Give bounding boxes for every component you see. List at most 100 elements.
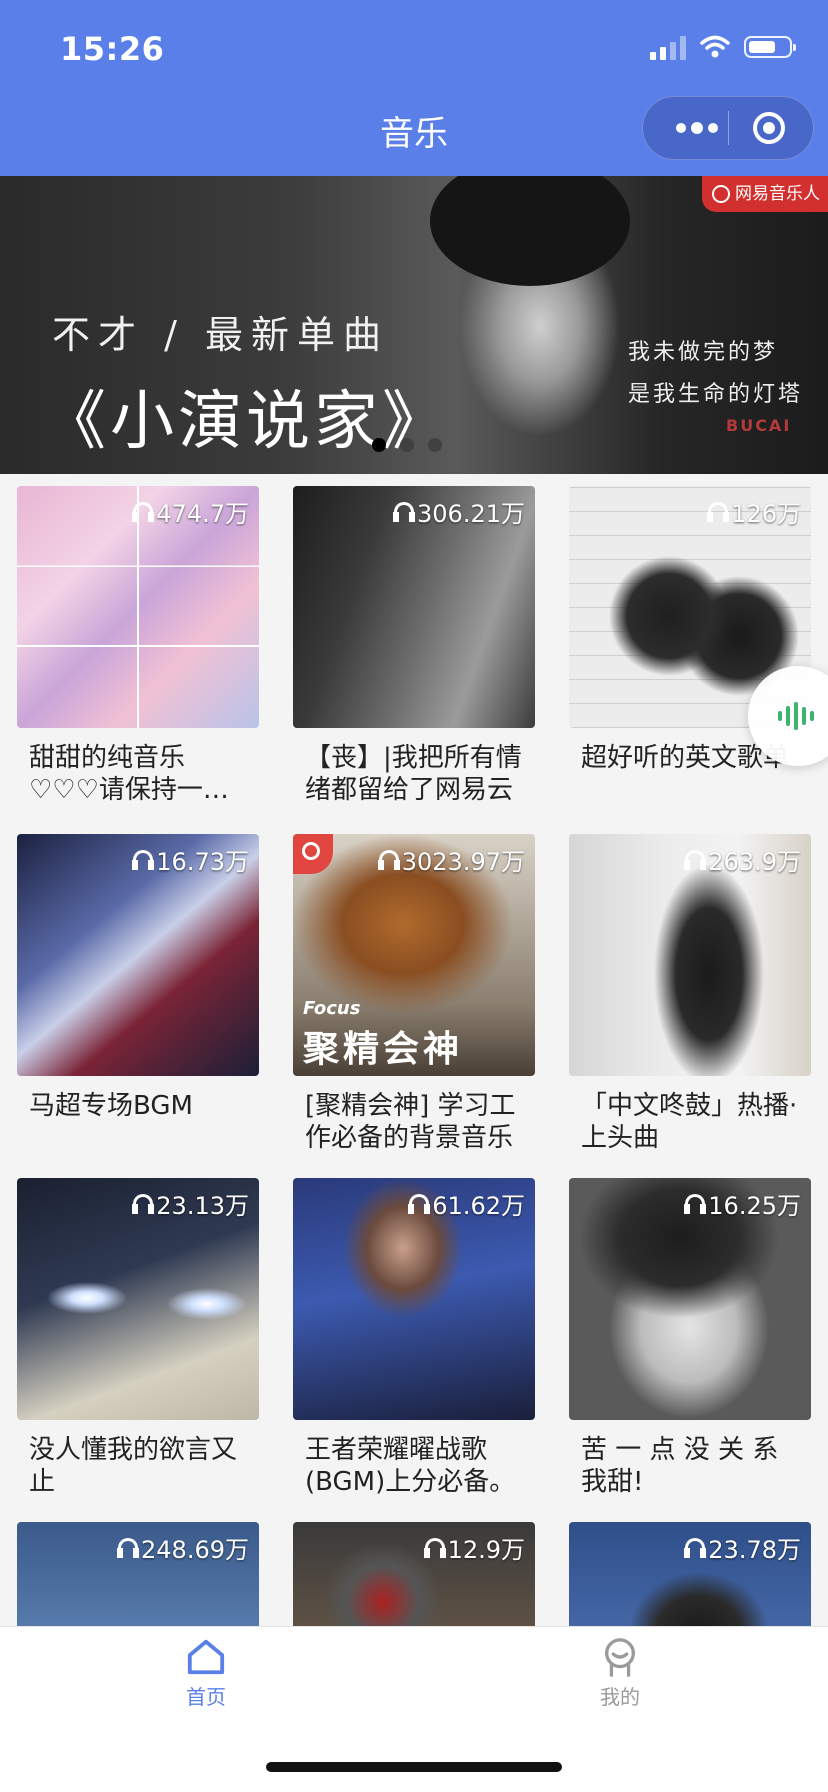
play-count-value: 3023.97万 xyxy=(401,848,525,876)
banner-poem-line: 我未做完的梦 xyxy=(628,340,779,365)
banner-tag-label: 网易音乐人 xyxy=(735,184,820,204)
banner-poem: 我未做完的梦 是我生命的灯塔 xyxy=(628,332,803,416)
banner-tag: 网易音乐人 xyxy=(702,176,828,212)
capsule-divider xyxy=(728,111,729,145)
playlist-card[interactable]: 263.9万 「中文咚鼓」热播·上头曲 xyxy=(569,834,811,1154)
playlist-cover[interactable]: 248.69万 xyxy=(17,1522,259,1626)
playlist-card[interactable]: 23.13万 没人懂我的欲言又止 xyxy=(17,1178,259,1498)
playlist-card[interactable]: 12.9万 xyxy=(293,1522,535,1626)
play-count: 61.62万 xyxy=(408,1186,525,1221)
tab-mine-label: 我的 xyxy=(600,1685,640,1709)
status-icons xyxy=(650,34,796,60)
headphone-icon xyxy=(423,1536,446,1560)
playlist-cover[interactable]: 23.78万 xyxy=(569,1522,811,1626)
playlist-title[interactable]: 【丧】|我把所有情绪都留给了网易云 xyxy=(305,742,523,806)
playlist-cover[interactable]: 474.7万 xyxy=(17,486,259,728)
banner-subtitle: 不才 / 最新单曲 xyxy=(52,313,389,357)
play-count: 263.9万 xyxy=(684,842,801,877)
cover-caption: 聚精会神 xyxy=(303,1029,464,1070)
headphone-icon xyxy=(408,1192,431,1216)
headphone-icon xyxy=(132,848,155,872)
headphone-icon xyxy=(132,1192,155,1216)
play-count: 474.7万 xyxy=(132,494,249,529)
wifi-icon xyxy=(700,35,730,58)
playlist-cover[interactable]: 263.9万 xyxy=(569,834,811,1076)
playlist-grid: 474.7万 甜甜的纯音乐♡♡♡请保持一… 306.21万 【丧】|我把所有情绪… xyxy=(0,474,828,1626)
playlist-card[interactable]: 23.78万 xyxy=(569,1522,811,1626)
play-count: 306.21万 xyxy=(393,494,525,529)
playlist-cover[interactable]: 306.21万 xyxy=(293,486,535,728)
tab-home-label: 首页 xyxy=(186,1685,226,1709)
playlist-card[interactable]: 3023.97万 Focus 聚精会神 [聚精会神] 学习工作必备的背景音乐 xyxy=(293,834,535,1154)
playlist-card[interactable]: 16.25万 苦 一 点 没 关 系 我甜! xyxy=(569,1178,811,1498)
playlist-cover[interactable]: 16.73万 xyxy=(17,834,259,1076)
play-count-value: 61.62万 xyxy=(432,1192,525,1220)
status-time: 15:26 xyxy=(60,30,165,68)
music-miniprogram-screen: 15:26 音乐 网易音乐人 不才 / 最新单曲 《小演说家》 我未做完的梦 是… xyxy=(0,0,828,1792)
cover-caption-en: Focus xyxy=(303,998,361,1019)
banner-poem-line: 是我生命的灯塔 xyxy=(628,382,804,407)
netease-badge-icon xyxy=(293,834,333,874)
playlist-title[interactable]: 马超专场BGM xyxy=(29,1090,247,1154)
play-count-value: 23.13万 xyxy=(156,1192,249,1220)
play-count-value: 12.9万 xyxy=(447,1536,525,1564)
battery-icon xyxy=(744,36,796,58)
play-count: 23.13万 xyxy=(132,1186,249,1221)
netease-icon xyxy=(712,185,730,203)
playlist-card[interactable]: 248.69万 xyxy=(17,1522,259,1626)
play-count: 12.9万 xyxy=(423,1530,525,1565)
playlist-card[interactable]: 306.21万 【丧】|我把所有情绪都留给了网易云 xyxy=(293,486,535,806)
play-count: 16.73万 xyxy=(132,842,249,877)
tab-home[interactable]: 首页 xyxy=(146,1637,266,1710)
playlist-cover[interactable]: 3023.97万 Focus 聚精会神 xyxy=(293,834,535,1076)
headphone-icon xyxy=(707,500,730,524)
playlist-cover[interactable]: 16.25万 xyxy=(569,1178,811,1420)
playlist-title[interactable]: 王者荣耀曜战歌(BGM)上分必备。 xyxy=(305,1434,523,1498)
home-icon xyxy=(187,1639,225,1675)
playlist-card[interactable]: 61.62万 王者荣耀曜战歌(BGM)上分必备。 xyxy=(293,1178,535,1498)
more-icon[interactable] xyxy=(669,97,725,159)
playlist-cover[interactable]: 61.62万 xyxy=(293,1178,535,1420)
play-count: 126万 xyxy=(707,494,801,529)
headphone-icon xyxy=(393,500,416,524)
banner-dot[interactable] xyxy=(400,438,414,452)
signal-icon xyxy=(650,34,686,60)
banner-dot[interactable] xyxy=(428,438,442,452)
playlist-cover[interactable]: 23.13万 xyxy=(17,1178,259,1420)
banner-carousel[interactable]: 网易音乐人 不才 / 最新单曲 《小演说家》 我未做完的梦 是我生命的灯塔 BU… xyxy=(0,176,828,474)
top-header: 15:26 音乐 xyxy=(0,0,828,176)
play-count-value: 126万 xyxy=(731,500,801,528)
playlist-card[interactable]: 474.7万 甜甜的纯音乐♡♡♡请保持一… xyxy=(17,486,259,806)
tab-mine[interactable]: 我的 xyxy=(560,1637,680,1710)
headphone-icon xyxy=(377,848,400,872)
play-count-value: 248.69万 xyxy=(141,1536,249,1564)
home-indicator xyxy=(266,1762,562,1772)
voice-wave-icon xyxy=(778,702,814,730)
playlist-title[interactable]: 「中文咚鼓」热播·上头曲 xyxy=(581,1090,799,1154)
headphone-icon xyxy=(684,1536,707,1560)
play-count: 16.25万 xyxy=(684,1186,801,1221)
headphone-icon xyxy=(684,848,707,872)
play-count-value: 474.7万 xyxy=(156,500,249,528)
play-count-value: 16.73万 xyxy=(156,848,249,876)
playlist-card[interactable]: 16.73万 马超专场BGM xyxy=(17,834,259,1154)
playlist-title[interactable]: 甜甜的纯音乐♡♡♡请保持一… xyxy=(29,742,247,806)
playlist-title[interactable]: 苦 一 点 没 关 系 我甜! xyxy=(581,1434,799,1498)
play-count-value: 16.25万 xyxy=(708,1192,801,1220)
close-miniprogram-icon[interactable] xyxy=(753,112,785,144)
profile-icon xyxy=(605,1638,635,1677)
playlist-cover[interactable]: 12.9万 xyxy=(293,1522,535,1626)
play-count-value: 306.21万 xyxy=(417,500,525,528)
play-count-value: 23.78万 xyxy=(708,1536,801,1564)
banner-dot[interactable] xyxy=(372,438,386,452)
playlist-title[interactable]: 没人懂我的欲言又止 xyxy=(29,1434,247,1498)
play-count-value: 263.9万 xyxy=(708,848,801,876)
playlist-title[interactable]: [聚精会神] 学习工作必备的背景音乐 xyxy=(305,1090,523,1154)
headphone-icon xyxy=(132,500,155,524)
banner-pagination xyxy=(372,438,442,452)
miniprogram-capsule xyxy=(642,96,814,160)
play-count: 248.69万 xyxy=(117,1530,249,1565)
banner-signature: BUCAI xyxy=(726,416,792,435)
headphone-icon xyxy=(684,1192,707,1216)
headphone-icon xyxy=(117,1536,140,1560)
